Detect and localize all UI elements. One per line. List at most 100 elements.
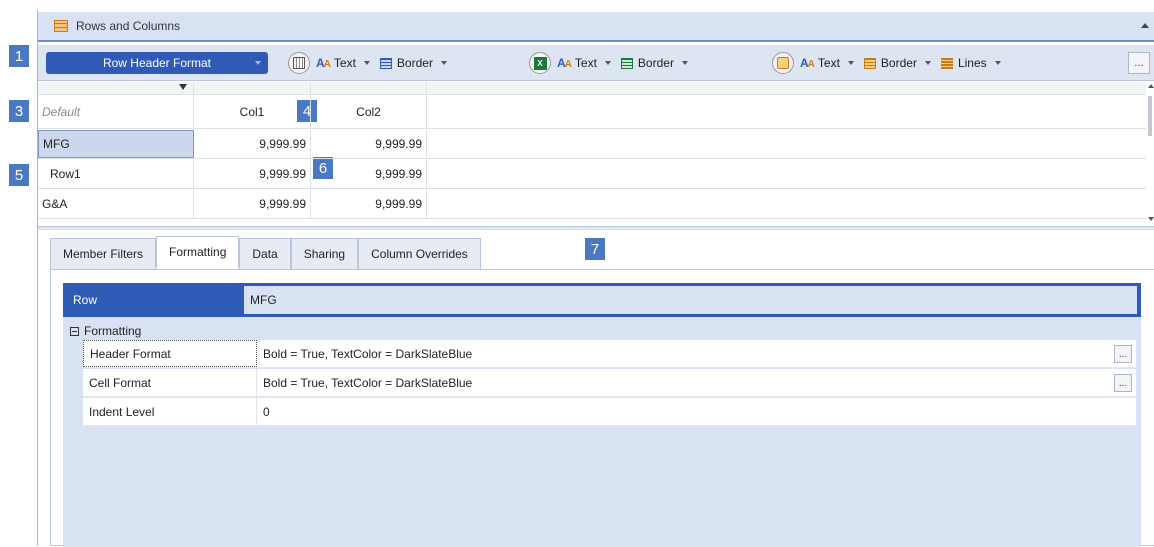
- data-cell[interactable]: 9,999.99: [311, 130, 427, 158]
- panel-title: Rows and Columns: [76, 19, 181, 33]
- formatting-tab-content: Row MFG Formatting Header Format Bold = …: [50, 269, 1154, 547]
- chevron-down-icon: [440, 61, 447, 65]
- edit-ellipsis-button[interactable]: ...: [1114, 374, 1132, 392]
- more-options-button[interactable]: ...: [1128, 52, 1150, 74]
- lines-icon: [940, 57, 953, 69]
- filter-cell: [311, 82, 427, 94]
- property-value[interactable]: Bold = True, TextColor = DarkSlateBlue: [257, 347, 1136, 361]
- chevron-down-icon: [604, 61, 611, 65]
- tab-data[interactable]: Data: [239, 238, 291, 269]
- callout-5: 5: [9, 164, 29, 186]
- border-format-label: Border: [396, 56, 433, 70]
- tab-strip: Member Filters Formatting Data Sharing C…: [50, 236, 481, 269]
- scroll-up-icon[interactable]: [1148, 84, 1154, 88]
- data-cell[interactable]: 9,999.99: [194, 160, 311, 188]
- border-format-button[interactable]: Border: [379, 56, 447, 70]
- row-header-cell[interactable]: MFG: [38, 130, 194, 158]
- column-header-col2[interactable]: Col2: [311, 95, 427, 128]
- property-label: Cell Format: [83, 369, 257, 396]
- tab-formatting[interactable]: Formatting: [156, 236, 240, 268]
- formatting-section-header[interactable]: Formatting: [70, 324, 141, 338]
- property-label: Indent Level: [83, 398, 257, 425]
- rows-columns-icon: [54, 20, 68, 32]
- chevron-down-icon: [847, 61, 854, 65]
- property-header-label: Row: [73, 293, 98, 307]
- excel-border-format-label: Border: [637, 56, 674, 70]
- property-label: Header Format: [83, 340, 257, 367]
- toolbar-group-grid: AA Text Border: [288, 51, 457, 75]
- detail-tabs-area: Member Filters Formatting Data Sharing C…: [42, 231, 1154, 547]
- filter-icon[interactable]: [179, 84, 187, 90]
- pdf-border-format-label: Border: [880, 56, 917, 70]
- text-format-label: Text: [333, 56, 356, 70]
- pdf-lines-format-label: Lines: [957, 56, 987, 70]
- table-row[interactable]: Row1 9,999.99 9,999.99: [38, 160, 1146, 189]
- pdf-icon[interactable]: [772, 52, 794, 74]
- data-cell[interactable]: 9,999.99: [194, 130, 311, 158]
- table-row[interactable]: MFG 9,999.99 9,999.99: [38, 130, 1146, 159]
- panel-titlebar: Rows and Columns: [38, 12, 1154, 42]
- format-target-dropdown[interactable]: Row Header Format: [46, 52, 268, 74]
- filter-cell: [38, 82, 194, 94]
- filter-cell: [194, 82, 311, 94]
- chevron-down-icon: [255, 61, 261, 65]
- property-row-cell-format[interactable]: Cell Format Bold = True, TextColor = Dar…: [83, 369, 1136, 397]
- data-cell[interactable]: 9,999.99: [194, 190, 311, 218]
- pdf-border-format-button[interactable]: Border: [863, 56, 931, 70]
- rows-columns-grid: Default Col1 Col2 MFG 9,999.99 9,999.99 …: [38, 82, 1146, 225]
- text-format-icon: AA: [316, 56, 331, 70]
- default-row-label[interactable]: Default: [38, 95, 194, 128]
- grid-format-icon[interactable]: [288, 52, 310, 74]
- chevron-down-icon: [994, 61, 1001, 65]
- row-header-cell[interactable]: Row1: [38, 160, 194, 188]
- callout-3: 3: [9, 100, 29, 122]
- text-format-button[interactable]: AA Text: [316, 56, 370, 70]
- column-header-col1[interactable]: Col1: [194, 95, 311, 128]
- data-cell[interactable]: 9,999.99: [311, 160, 427, 188]
- property-header: Row MFG: [63, 283, 1141, 317]
- data-cell[interactable]: 9,999.99: [311, 190, 427, 218]
- tab-member-filters[interactable]: Member Filters: [50, 238, 157, 269]
- border-icon: [379, 57, 392, 69]
- toolbar-group-pdf: AA Text Border Lines: [772, 51, 1011, 75]
- table-row[interactable]: G&A 9,999.99 9,999.99: [38, 190, 1146, 219]
- toolbar-group-excel: X AA Text Border: [529, 51, 698, 75]
- panel-splitter[interactable]: [38, 226, 1154, 230]
- format-toolbar: Row Header Format AA Text Border X AA Te…: [38, 45, 1154, 81]
- format-target-label: Row Header Format: [102, 56, 212, 70]
- excel-text-format-button[interactable]: AA Text: [557, 56, 611, 70]
- pdf-lines-format-button[interactable]: Lines: [940, 56, 1001, 70]
- rows-and-columns-panel: Rows and Columns Row Header Format AA Te…: [37, 10, 1154, 547]
- scroll-thumb[interactable]: [1148, 96, 1152, 136]
- excel-border-format-button[interactable]: Border: [620, 56, 688, 70]
- border-icon: [863, 57, 876, 69]
- tab-sharing[interactable]: Sharing: [290, 238, 359, 269]
- column-header-row: Default Col1 Col2: [38, 95, 1146, 129]
- text-format-icon: AA: [557, 56, 572, 70]
- text-format-icon: AA: [800, 56, 815, 70]
- collapse-icon[interactable]: [1141, 23, 1149, 28]
- border-icon: [620, 57, 633, 69]
- callout-1: 1: [9, 45, 29, 67]
- filter-row: [38, 82, 1146, 95]
- property-row-indent-level[interactable]: Indent Level 0: [83, 398, 1136, 426]
- edit-ellipsis-button[interactable]: ...: [1114, 345, 1132, 363]
- row-header-cell[interactable]: G&A: [38, 190, 194, 218]
- property-value[interactable]: Bold = True, TextColor = DarkSlateBlue: [257, 376, 1136, 390]
- chevron-down-icon: [681, 61, 688, 65]
- property-header-value: MFG: [243, 285, 1138, 315]
- chevron-down-icon: [363, 61, 370, 65]
- excel-text-format-label: Text: [574, 56, 597, 70]
- scroll-down-icon[interactable]: [1148, 217, 1154, 221]
- collapse-section-icon[interactable]: [70, 326, 79, 336]
- excel-icon[interactable]: X: [529, 52, 551, 74]
- section-label: Formatting: [84, 324, 142, 338]
- property-row-header-format[interactable]: Header Format Bold = True, TextColor = D…: [83, 340, 1136, 368]
- property-grid: Row MFG Formatting Header Format Bold = …: [63, 283, 1141, 547]
- property-value[interactable]: 0: [257, 405, 1136, 419]
- chevron-down-icon: [924, 61, 931, 65]
- pdf-text-format-button[interactable]: AA Text: [800, 56, 854, 70]
- grid-scrollbar[interactable]: [1146, 82, 1154, 225]
- pdf-text-format-label: Text: [817, 56, 840, 70]
- tab-column-overrides[interactable]: Column Overrides: [358, 238, 481, 269]
